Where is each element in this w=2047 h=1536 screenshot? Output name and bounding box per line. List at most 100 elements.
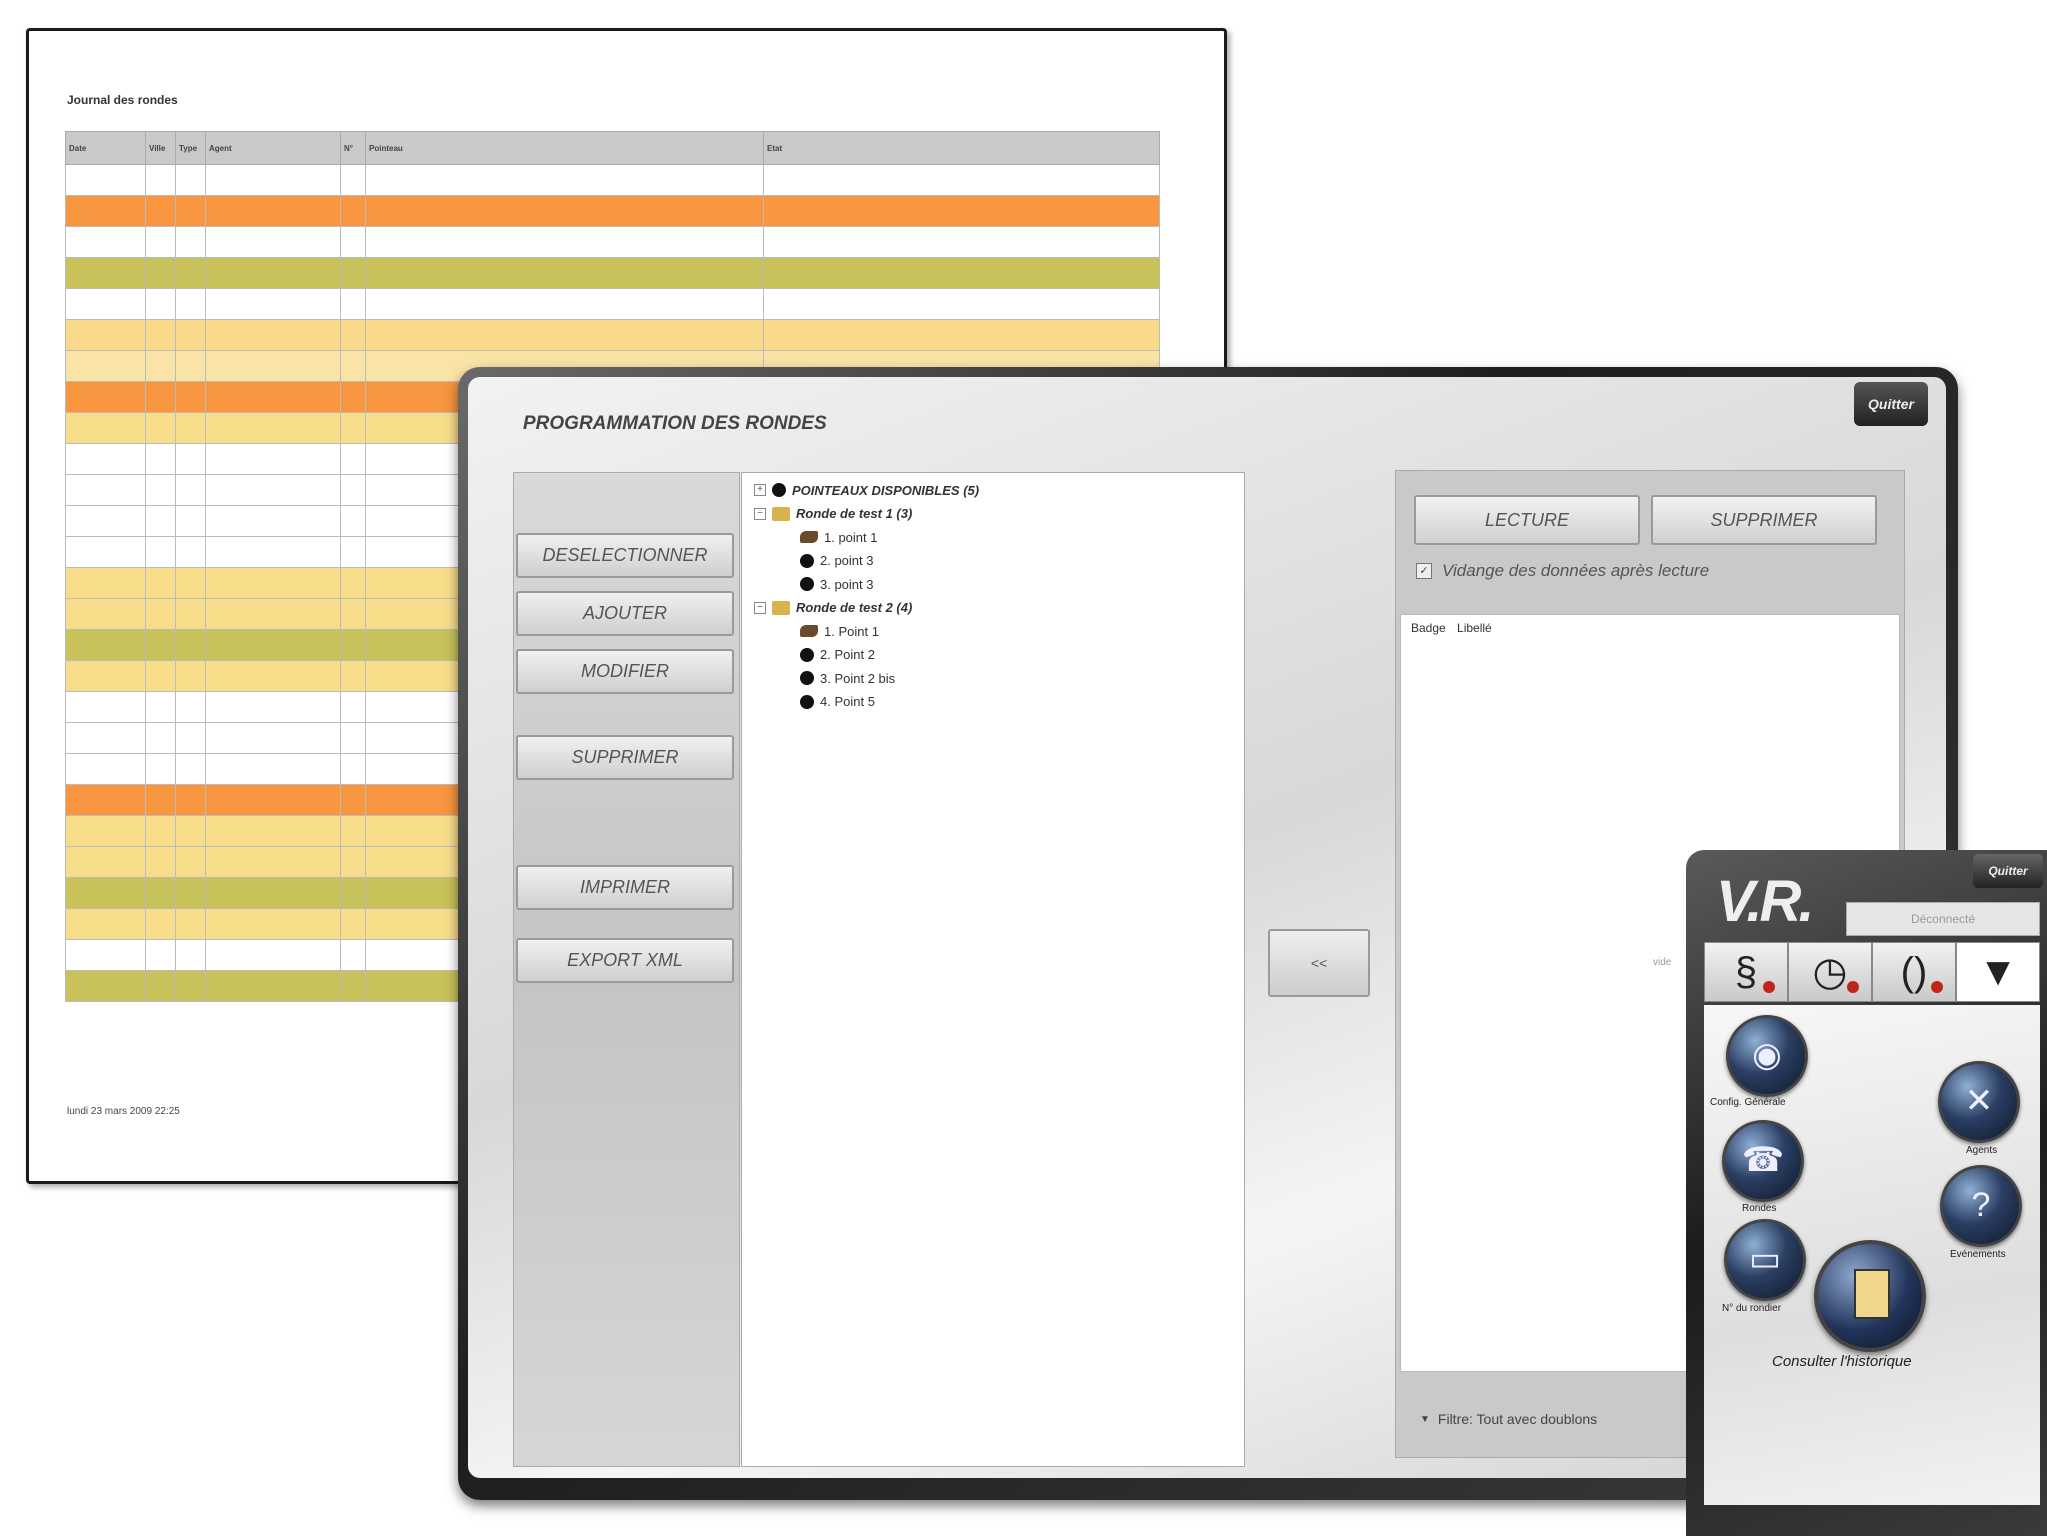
report-row [65, 257, 1160, 289]
delete-button[interactable]: SUPPRIMER [516, 735, 734, 780]
tree-node-label: 3. Point 2 bis [820, 670, 896, 686]
phone-icon[interactable]: ☎ [1722, 1120, 1804, 1202]
export-xml-button[interactable]: EXPORT XML [516, 938, 734, 983]
report-header-cell: Agent [205, 131, 341, 165]
tree-node[interactable]: 2. Point 2 [800, 644, 875, 666]
reader-delete-button[interactable]: SUPPRIMER [1651, 495, 1877, 545]
report-cell [340, 443, 366, 475]
card-icon[interactable]: ▭ [1724, 1219, 1806, 1301]
report-footer-date: lundi 23 mars 2009 22:25 [67, 1106, 180, 1117]
tree-node-label: 1. Point 1 [824, 623, 879, 639]
add-button[interactable]: AJOUTER [516, 591, 734, 636]
report-cell [65, 877, 146, 909]
expander-icon[interactable]: + [754, 484, 766, 496]
vr-action-area: ◉ Config. Générale ✕ Agents ☎ Rondes ? E… [1704, 1005, 2040, 1505]
report-cell [340, 226, 366, 258]
expander-icon[interactable]: − [754, 601, 766, 614]
report-cell [65, 288, 146, 320]
report-cell [65, 505, 146, 537]
tree-node-label: 3. point 3 [820, 576, 874, 592]
hand-icon [800, 625, 818, 637]
modify-button[interactable]: MODIFIER [516, 649, 734, 694]
report-cell [365, 257, 764, 289]
report-cell [175, 350, 206, 382]
tree-node-label: POINTEAUX DISPONIBLES (5) [792, 482, 980, 498]
report-cell [65, 443, 146, 475]
report-cell [340, 536, 366, 568]
tree-node[interactable]: 4. Point 5 [800, 691, 875, 713]
report-cell [340, 319, 366, 351]
purge-checkbox-row[interactable]: ✓ Vidange des données après lecture [1416, 561, 1709, 581]
deselect-button[interactable]: DESELECTIONNER [516, 533, 734, 578]
tree-node[interactable]: 1. point 1 [800, 526, 878, 548]
tree-node[interactable]: − Ronde de test 1 (3) [754, 503, 912, 525]
vr-status-field: Déconnecté [1846, 902, 2040, 936]
report-cell [205, 474, 341, 506]
report-cell [65, 164, 146, 196]
vr-quit-button[interactable]: Quitter [1973, 854, 2043, 888]
tree-node[interactable]: 3. point 3 [800, 573, 874, 595]
clock-icon[interactable]: ◷ [1788, 942, 1872, 1002]
read-button[interactable]: LECTURE [1414, 495, 1640, 545]
report-cell [145, 846, 176, 878]
print-button[interactable]: IMPRIMER [516, 865, 734, 910]
report-cell [175, 753, 206, 785]
report-cell [175, 846, 206, 878]
tree-node[interactable]: − Ronde de test 2 (4) [754, 597, 912, 619]
report-cell [175, 505, 206, 537]
report-cell [65, 319, 146, 351]
report-header-cell: N° [340, 131, 366, 165]
tree-node-label: 2. Point 2 [820, 647, 875, 662]
alert-dot-icon [1931, 981, 1943, 993]
report-cell [205, 598, 341, 630]
tree-node[interactable]: 3. Point 2 bis [800, 667, 895, 689]
report-cell [65, 753, 146, 785]
document-icon [1854, 1269, 1890, 1319]
transfer-button[interactable]: << [1268, 929, 1370, 997]
tree-node[interactable]: 1. Point 1 [800, 620, 879, 642]
report-cell [340, 288, 366, 320]
tree-node[interactable]: + POINTEAUX DISPONIBLES (5) [754, 479, 979, 501]
report-cell [65, 939, 146, 971]
radio-icon[interactable]: () [1872, 942, 1956, 1002]
agents-icon[interactable]: ✕ [1938, 1061, 2020, 1143]
report-cell [145, 381, 176, 413]
report-cell [145, 226, 176, 258]
report-cell [340, 908, 366, 940]
dot-icon [800, 694, 814, 709]
report-title: Journal des rondes [67, 93, 178, 107]
history-button[interactable] [1814, 1240, 1926, 1352]
phone-icon[interactable]: § [1704, 942, 1788, 1002]
report-cell [205, 846, 341, 878]
report-cell [340, 815, 366, 847]
report-cell [65, 195, 146, 227]
gun-icon[interactable]: ▼ [1956, 942, 2040, 1002]
report-cell [175, 412, 206, 444]
tree-node-label: 4. Point 5 [820, 694, 875, 709]
report-cell [145, 319, 176, 351]
action-button-column: DESELECTIONNER AJOUTER MODIFIER SUPPRIME… [513, 472, 740, 1467]
report-cell [65, 350, 146, 382]
filter-row[interactable]: ▼ Filtre: Tout avec doublons [1420, 1411, 1597, 1427]
quit-button[interactable]: Quitter [1854, 382, 1928, 426]
report-cell [175, 970, 206, 1002]
report-cell [175, 164, 206, 196]
report-cell [340, 970, 366, 1002]
report-cell [65, 257, 146, 289]
rounds-tree[interactable]: + POINTEAUX DISPONIBLES (5) − Ronde de test… [741, 472, 1245, 1467]
purge-checkbox[interactable]: ✓ [1416, 563, 1432, 579]
report-cell [340, 598, 366, 630]
tree-node-label: 1. point 1 [824, 529, 878, 545]
config-label: Config. Générale [1710, 1097, 1786, 1108]
globe-icon[interactable]: ◉ [1726, 1015, 1808, 1097]
report-cell [175, 691, 206, 723]
help-icon[interactable]: ? [1940, 1165, 2022, 1247]
report-cell [65, 815, 146, 847]
report-cell [340, 505, 366, 537]
report-cell [175, 474, 206, 506]
tree-node[interactable]: 2. point 3 [800, 550, 874, 572]
report-cell [340, 722, 366, 754]
report-cell [145, 784, 176, 816]
folder-icon [772, 506, 790, 521]
expander-icon[interactable]: − [754, 507, 766, 520]
